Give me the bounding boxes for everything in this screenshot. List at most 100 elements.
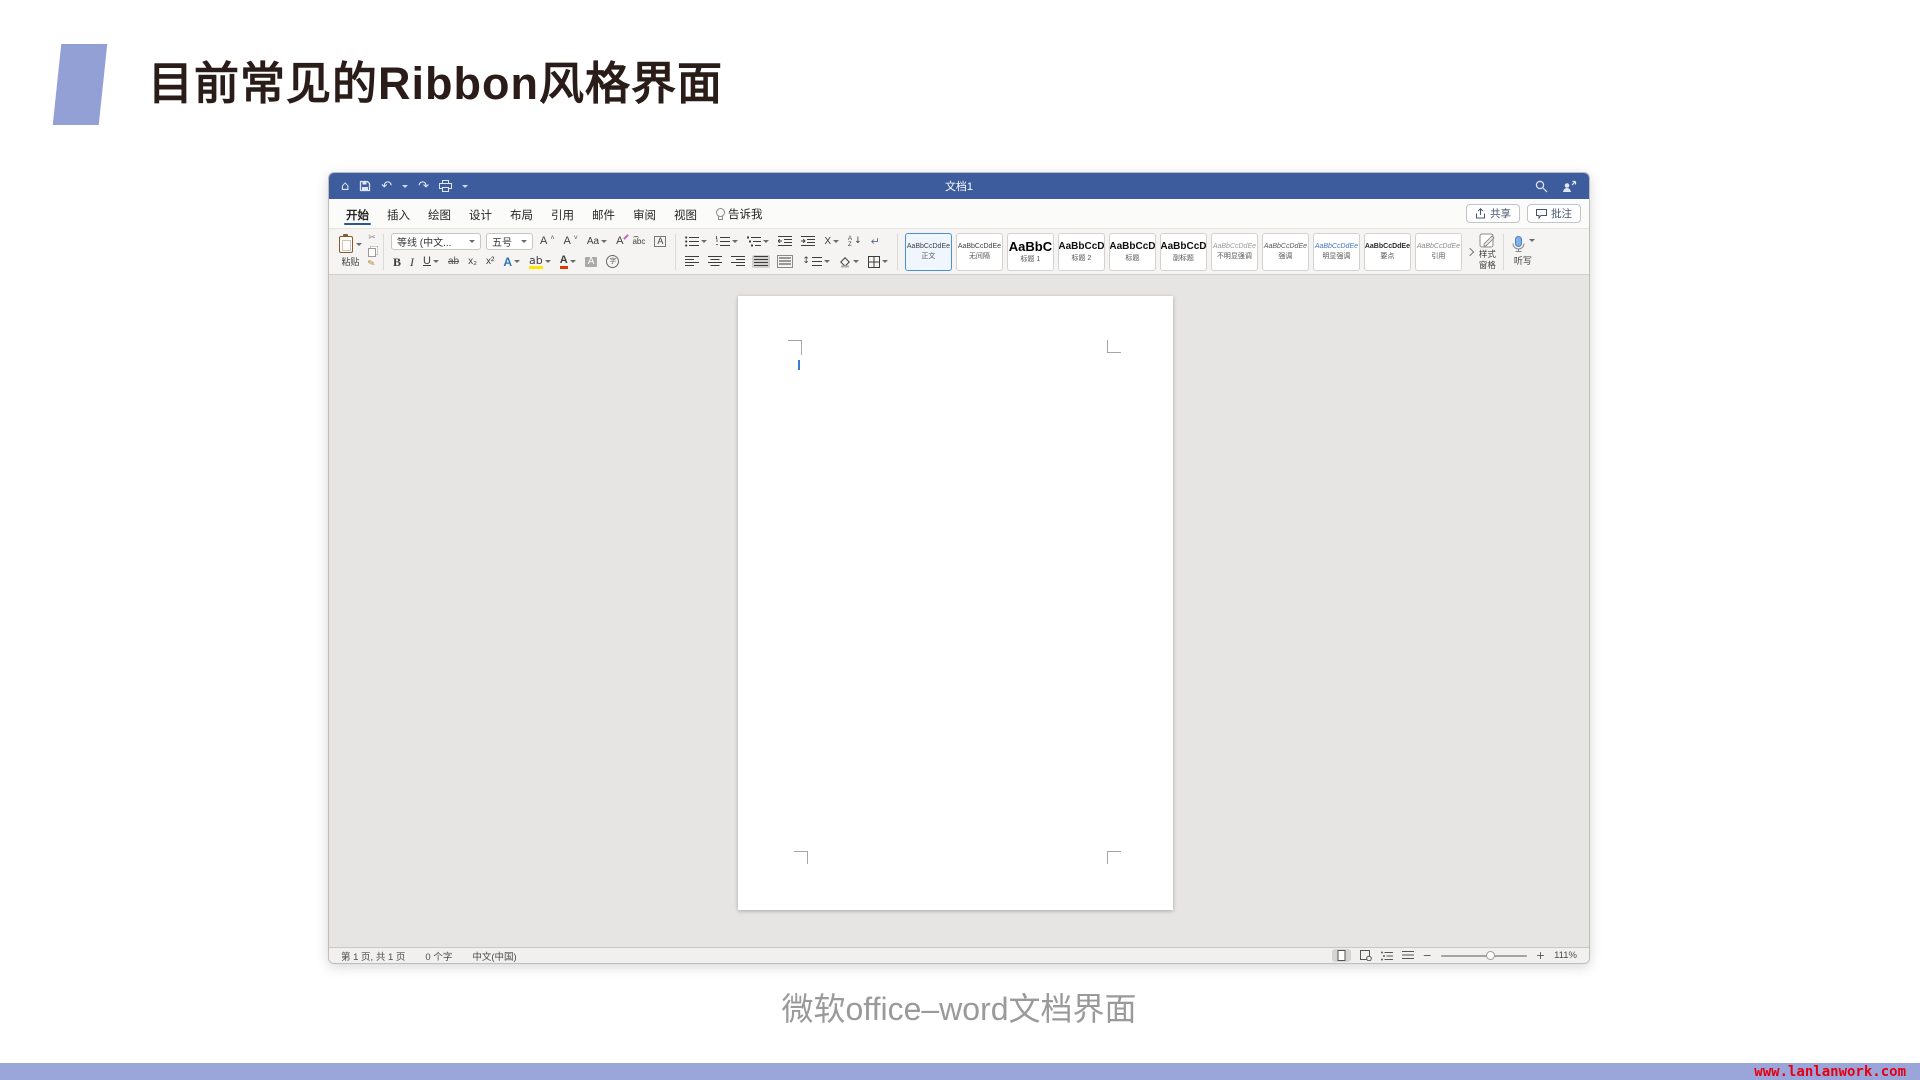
tab-insert[interactable]: 插入	[378, 199, 419, 228]
italic-button[interactable]: I	[408, 255, 416, 269]
character-shading-button[interactable]: A	[583, 256, 600, 268]
zoom-out-button[interactable]: −	[1423, 949, 1432, 962]
align-right-button[interactable]	[729, 255, 747, 268]
chevron-down-icon	[469, 240, 475, 246]
group-divider	[675, 234, 676, 270]
align-left-button[interactable]	[683, 255, 701, 268]
page-count-status[interactable]: 第 1 页, 共 1 页	[341, 949, 405, 963]
home-icon[interactable]: ⌂	[341, 180, 349, 193]
styles-pane-button[interactable]: 样式 窗格	[1479, 233, 1496, 270]
style-card-heading1[interactable]: AaBbC 标题 1	[1007, 233, 1054, 271]
document-page[interactable]	[738, 296, 1173, 910]
zoom-slider-thumb[interactable]	[1486, 951, 1495, 960]
tab-design[interactable]: 设计	[460, 199, 501, 228]
save-icon[interactable]	[359, 180, 371, 192]
clipboard-mini-buttons: ✂ ✎	[368, 233, 376, 270]
tab-references[interactable]: 引用	[542, 199, 583, 228]
enclose-characters-button[interactable]: 字	[604, 254, 621, 269]
lightbulb-icon	[715, 208, 724, 220]
justify-button[interactable]	[752, 255, 770, 268]
customize-toolbar-icon[interactable]	[462, 185, 468, 191]
style-card-quote[interactable]: AaBbCcDdEe 引用	[1415, 233, 1462, 271]
zoom-in-button[interactable]: +	[1536, 949, 1545, 962]
web-layout-view-button[interactable]	[1360, 950, 1372, 961]
zoom-slider[interactable]	[1441, 955, 1527, 957]
multilevel-list-button[interactable]	[745, 235, 771, 248]
tab-tell-me[interactable]: 告诉我	[706, 199, 772, 228]
line-spacing-button[interactable]: ↕	[800, 255, 832, 268]
style-card-normal[interactable]: AaBbCcDdEe 正文	[905, 233, 952, 271]
dictate-button[interactable]: 听写	[1511, 236, 1535, 267]
undo-icon[interactable]: ↶	[381, 180, 392, 193]
font-color-button[interactable]: A	[558, 254, 578, 270]
style-card-subtle-emphasis[interactable]: AaBbCcDdEe 不明显强调	[1211, 233, 1258, 271]
copy-icon[interactable]	[368, 248, 376, 257]
search-icon[interactable]	[1535, 180, 1548, 193]
draft-view-button[interactable]	[1402, 951, 1414, 960]
strikethrough-button[interactable]: ab	[446, 256, 461, 268]
tab-review[interactable]: 审阅	[624, 199, 665, 228]
underline-button[interactable]: U	[421, 255, 441, 268]
font-group: 等线 (中文... 五号 A˄ A˅ Aa A abc A B I U a	[391, 233, 668, 270]
font-name-select[interactable]: 等线 (中文...	[391, 233, 481, 250]
style-card-no-spacing[interactable]: AaBbCcDdEe 无间隔	[956, 233, 1003, 271]
margin-mark-bottom-right	[1107, 851, 1121, 864]
shading-button[interactable]	[837, 255, 861, 269]
zoom-level[interactable]: 111%	[1554, 950, 1577, 961]
chevron-down-icon	[521, 240, 527, 246]
shrink-font-button[interactable]: A˅	[561, 235, 579, 248]
sort-button[interactable]: AZ ↓	[846, 235, 864, 249]
bold-button[interactable]: B	[391, 255, 403, 269]
word-count-status[interactable]: 0 个字	[425, 949, 452, 963]
more-styles-icon[interactable]	[1466, 247, 1474, 255]
tab-draw[interactable]: 绘图	[419, 199, 460, 228]
format-painter-icon[interactable]: ✎	[367, 258, 377, 271]
paste-button[interactable]: 粘贴	[337, 235, 364, 269]
style-card-title[interactable]: AaBbCcD 标题	[1109, 233, 1156, 271]
style-card-strong[interactable]: AaBbCcDdEe 要点	[1364, 233, 1411, 271]
dictate-dropdown-icon[interactable]	[1529, 239, 1535, 245]
share-icon	[1475, 208, 1486, 219]
tab-mailings[interactable]: 邮件	[583, 199, 624, 228]
decrease-indent-button[interactable]	[776, 235, 794, 248]
tab-layout[interactable]: 布局	[501, 199, 542, 228]
bullet-list-button[interactable]	[683, 235, 709, 248]
borders-button[interactable]	[866, 255, 890, 269]
character-border-button[interactable]: A	[652, 235, 668, 248]
superscript-button[interactable]: x²	[484, 256, 496, 268]
numbered-list-button[interactable]	[714, 235, 740, 248]
style-card-emphasis[interactable]: AaBbCcDdEe 强调	[1262, 233, 1309, 271]
font-size-select[interactable]: 五号	[486, 233, 533, 250]
cut-icon[interactable]: ✂	[368, 233, 376, 244]
comments-button[interactable]: 批注	[1527, 204, 1581, 223]
print-layout-view-button[interactable]	[1332, 949, 1351, 962]
style-card-subtitle[interactable]: AaBbCcD 副标题	[1160, 233, 1207, 271]
change-case-button[interactable]: Aa	[585, 236, 609, 248]
tab-view[interactable]: 视图	[665, 199, 706, 228]
distribute-text-button[interactable]	[775, 254, 795, 269]
undo-dropdown-icon[interactable]	[402, 185, 408, 191]
status-bar: 第 1 页, 共 1 页 0 个字 中文(中国) − + 111%	[329, 947, 1589, 963]
tab-home[interactable]: 开始	[337, 199, 378, 228]
clear-formatting-button[interactable]: A	[614, 235, 625, 248]
show-marks-button[interactable]: ↵	[869, 235, 882, 248]
group-divider	[383, 234, 384, 270]
highlight-button[interactable]: ab	[527, 254, 553, 270]
share-button[interactable]: 共享	[1466, 204, 1520, 223]
share-label: 共享	[1490, 206, 1511, 221]
paste-dropdown-icon[interactable]	[356, 243, 362, 249]
text-effects-button[interactable]: A	[501, 255, 522, 269]
outline-view-button[interactable]	[1381, 951, 1393, 961]
increase-indent-button[interactable]	[799, 235, 817, 248]
subscript-button[interactable]: x₂	[466, 256, 479, 268]
asian-layout-button[interactable]: X	[822, 236, 841, 248]
align-center-button[interactable]	[706, 255, 724, 268]
print-icon[interactable]	[439, 180, 452, 192]
grow-font-button[interactable]: A˄	[538, 235, 556, 248]
phonetic-guide-button[interactable]: abc	[630, 236, 647, 247]
redo-icon[interactable]: ↷	[418, 180, 429, 193]
style-card-heading2[interactable]: AaBbCcD 标题 2	[1058, 233, 1105, 271]
style-card-intense-emphasis[interactable]: AaBbCcDdEe 明显强调	[1313, 233, 1360, 271]
contact-share-icon[interactable]	[1562, 180, 1577, 193]
language-status[interactable]: 中文(中国)	[472, 949, 516, 963]
